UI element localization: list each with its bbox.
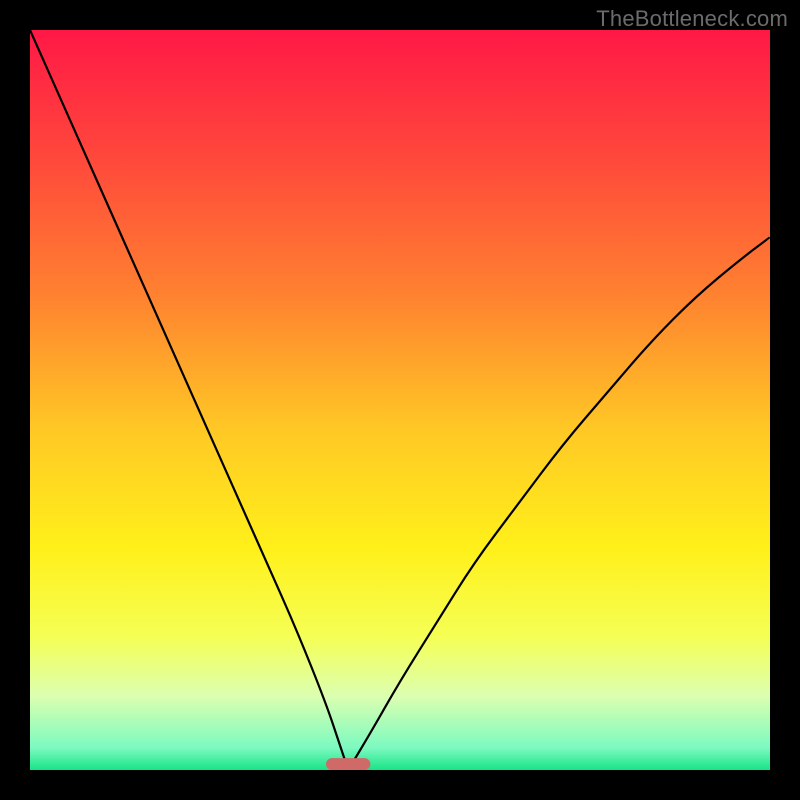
chart-svg [30, 30, 770, 770]
chart-frame: TheBottleneck.com [0, 0, 800, 800]
gradient-background [30, 30, 770, 770]
plot-area [30, 30, 770, 770]
watermark-text: TheBottleneck.com [596, 6, 788, 32]
optimum-marker [326, 758, 370, 770]
